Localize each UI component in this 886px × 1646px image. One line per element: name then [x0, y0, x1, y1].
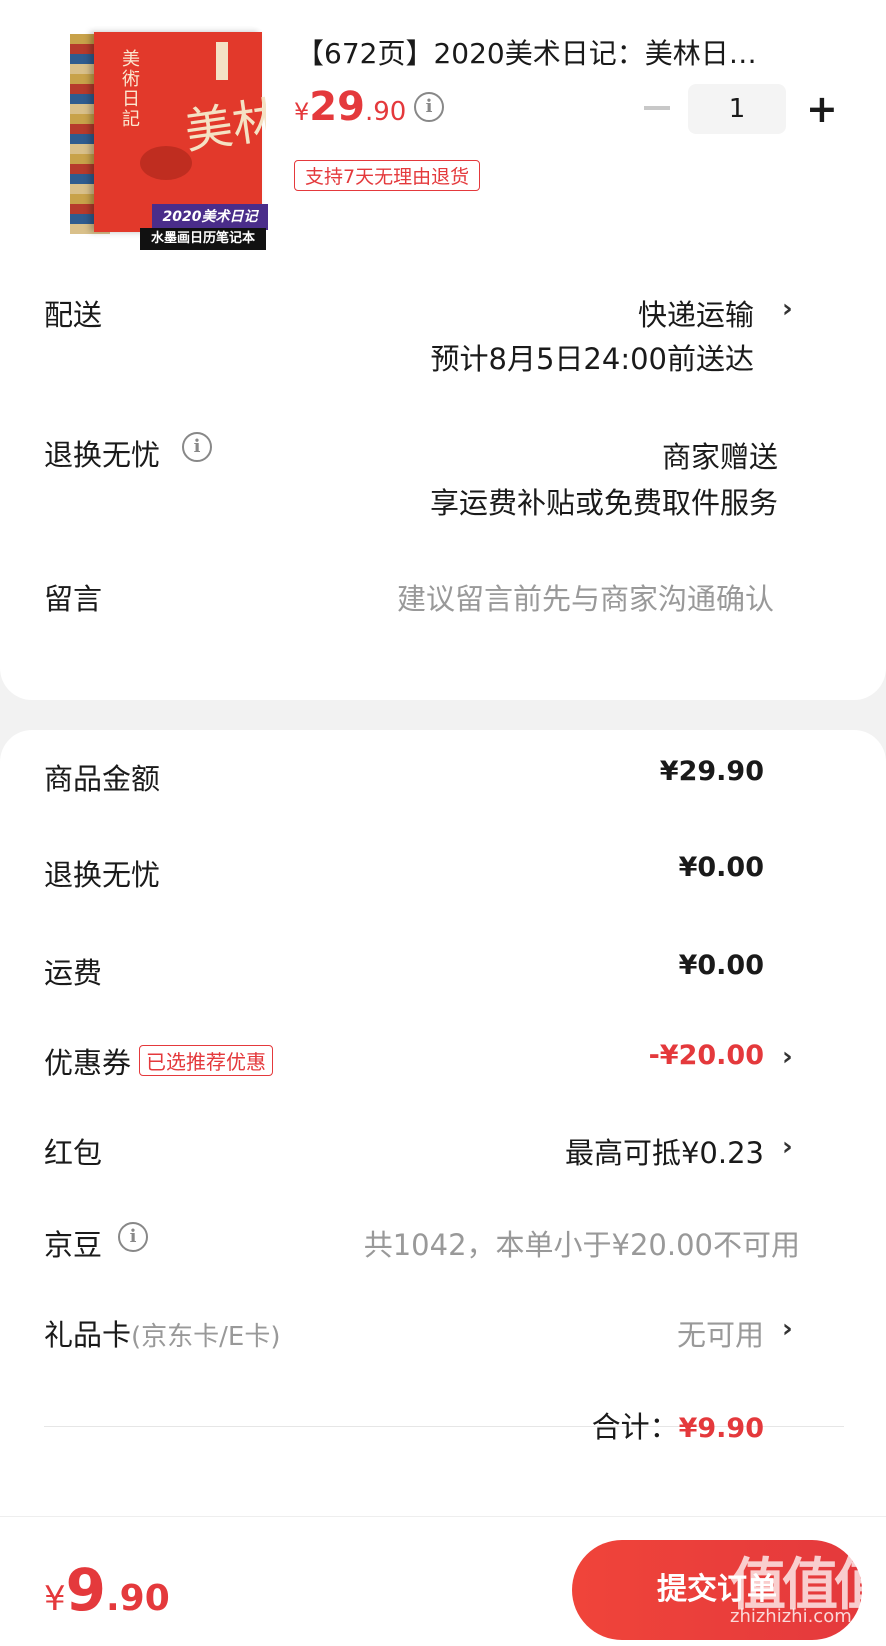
delivery-label: 配送 — [44, 298, 103, 332]
return-service-detail: 享运费补贴或免费取件服务 — [429, 486, 778, 520]
coupon-label: 优惠券 — [44, 1046, 132, 1080]
giftcard-label: 礼品卡 — [44, 1318, 132, 1352]
cover-banner-subtitle: 水墨画日历笔记本 — [140, 228, 266, 250]
goods-amount-label: 商品金额 — [44, 762, 161, 796]
return-service-value: 商家赠送 — [661, 440, 778, 474]
quantity-input[interactable]: 1 — [688, 84, 786, 134]
price-currency: ¥ — [294, 98, 310, 126]
pay-currency: ¥ — [44, 1579, 66, 1619]
cover-vertical-title: 美術日記 — [122, 49, 140, 130]
giftcard-value[interactable]: 无可用 — [677, 1312, 764, 1354]
price-integer: 29 — [309, 84, 365, 130]
total-row: 合计：¥9.90 — [592, 1402, 764, 1446]
delivery-estimate: 预计8月5日24:00前送达 — [430, 342, 754, 376]
cover-calligraphy: 美林 — [181, 91, 266, 161]
watermark-url: zhizhizhi.com — [730, 1606, 852, 1627]
chevron-right-icon[interactable]: › — [782, 1314, 793, 1344]
shipping-label: 运费 — [44, 956, 103, 990]
redpacket-value[interactable]: 最高可抵¥0.23 — [565, 1130, 764, 1172]
return-fee-label: 退换无忧 — [44, 858, 161, 892]
shipping-value: ¥0.00 — [678, 950, 764, 981]
coupon-selected-badge: 已选推荐优惠 — [139, 1045, 274, 1076]
giftcard-sublabel: (京东卡/E卡) — [131, 1322, 281, 1352]
giftcard-row[interactable]: 礼品卡(京东卡/E卡) — [44, 1312, 281, 1354]
coupon-row[interactable]: 优惠券 已选推荐优惠 — [44, 1040, 274, 1082]
message-label: 留言 — [44, 582, 103, 616]
minus-icon[interactable] — [644, 106, 670, 110]
cover-stamp — [216, 42, 228, 80]
cover-mouse-illustration — [140, 146, 192, 180]
chevron-right-icon[interactable]: › — [782, 1042, 793, 1072]
delivery-method[interactable]: 快递运输 — [638, 292, 754, 334]
plus-icon[interactable]: + — [806, 90, 838, 128]
chevron-right-icon[interactable]: › — [782, 294, 793, 324]
info-circle-icon[interactable]: i — [118, 1222, 148, 1252]
total-value: ¥9.90 — [678, 1413, 764, 1444]
product-title[interactable]: 【672页】2020美术日记：美林日… — [296, 32, 816, 72]
chevron-right-icon[interactable]: › — [782, 1132, 793, 1162]
info-circle-icon[interactable]: i — [182, 432, 212, 462]
price-decimal: .90 — [364, 97, 407, 127]
product-price: ¥29.90 — [294, 84, 406, 130]
pay-decimal: .90 — [106, 1578, 170, 1619]
message-input[interactable]: 建议留言前先与商家沟通确认 — [397, 576, 774, 618]
jingdou-label: 京豆 — [44, 1228, 103, 1262]
return-service-label: 退换无忧 — [44, 438, 161, 472]
coupon-value[interactable]: -¥20.00 — [649, 1040, 764, 1071]
jingdou-value: 共1042，本单小于¥20.00不可用 — [363, 1228, 800, 1262]
pay-amount: ¥9.90 — [44, 1556, 170, 1624]
redpacket-label: 红包 — [44, 1136, 103, 1170]
cover-banner-year: 2020美术日记 — [152, 204, 268, 230]
goods-amount-value: ¥29.90 — [659, 756, 764, 787]
price-info-icon[interactable]: i — [414, 92, 444, 122]
return-policy-badge: 支持7天无理由退货 — [294, 160, 481, 191]
pay-integer: 9 — [65, 1556, 106, 1624]
total-label: 合计： — [591, 1410, 679, 1444]
return-fee-value: ¥0.00 — [678, 852, 764, 883]
